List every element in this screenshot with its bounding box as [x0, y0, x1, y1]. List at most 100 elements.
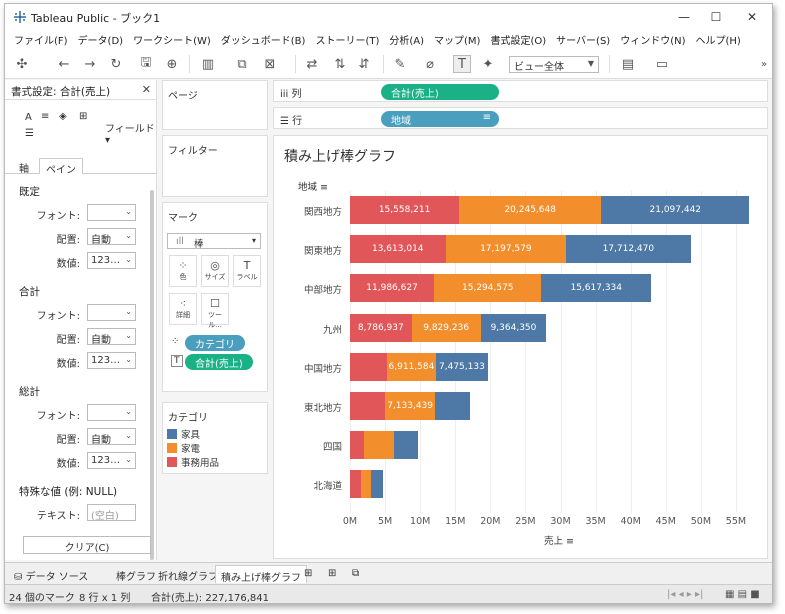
- view-fit-select[interactable]: ビュー全体 ▼: [509, 56, 599, 73]
- menu-server[interactable]: サーバー(S): [551, 32, 615, 47]
- row-label[interactable]: 関西地方: [294, 204, 342, 218]
- swap-icon[interactable]: ⇄: [303, 55, 321, 73]
- default-align-select[interactable]: 自動 ⌄: [87, 228, 136, 245]
- sort-ascending-icon[interactable]: ⇅: [331, 55, 349, 73]
- replay-icon[interactable]: ↻: [107, 55, 125, 73]
- duplicate-sheet-icon[interactable]: ⧉: [233, 55, 251, 73]
- default-font-select[interactable]: ⌄: [87, 204, 136, 221]
- alignment-icon[interactable]: ≡: [41, 111, 49, 122]
- columns-shelf[interactable]: iii 列 合計(売上): [273, 80, 768, 102]
- menu-file[interactable]: ファイル(F): [9, 32, 73, 47]
- bar-segment[interactable]: 6,911,584: [387, 352, 436, 381]
- new-datasource-icon[interactable]: ⊕: [163, 55, 181, 73]
- tooltip-button[interactable]: ☐ ツール...: [201, 293, 229, 329]
- row-label[interactable]: 北海道: [294, 478, 342, 492]
- bar-segment[interactable]: 17,197,579: [445, 235, 567, 264]
- highlight-icon[interactable]: ✎: [391, 55, 409, 73]
- menu-format[interactable]: 書式設定(O): [485, 32, 551, 47]
- bar-segment[interactable]: 11,986,627: [350, 274, 435, 303]
- default-number-select[interactable]: 123… ⌄: [87, 252, 136, 269]
- color-button[interactable]: ⁘ 色: [169, 255, 197, 287]
- menu-map[interactable]: マップ(M): [429, 32, 485, 47]
- bar-segment[interactable]: [350, 431, 365, 460]
- lines-icon[interactable]: ☰: [25, 128, 34, 139]
- new-story-icon[interactable]: ⧉: [347, 565, 364, 583]
- x-axis-title[interactable]: 売上 ≡: [544, 533, 574, 547]
- totals-number-select[interactable]: 123… ⌄: [87, 352, 136, 369]
- bar-segment[interactable]: [350, 470, 361, 499]
- pill-sum-sales[interactable]: 合計(売上): [185, 354, 253, 370]
- menu-window[interactable]: ウィンドウ(N): [615, 32, 690, 47]
- sort-descending-icon[interactable]: ⇵: [355, 55, 373, 73]
- pill-rows-region[interactable]: 地域 ≡: [381, 111, 499, 127]
- tab-data-source[interactable]: ⛁ データ ソース: [9, 565, 93, 583]
- close-icon[interactable]: ✕: [142, 83, 151, 96]
- row-label[interactable]: 中国地方: [294, 361, 342, 375]
- pill-columns-sum-sales[interactable]: 合計(売上): [381, 84, 499, 100]
- undo-icon[interactable]: ←: [55, 55, 73, 73]
- show-cards-icon[interactable]: ▤: [619, 55, 637, 73]
- bar-segment[interactable]: 17,712,470: [566, 235, 691, 264]
- bar-segment[interactable]: [435, 392, 471, 420]
- group-icon[interactable]: ⌀: [421, 55, 439, 73]
- shading-icon[interactable]: ◈: [59, 111, 67, 122]
- font-icon[interactable]: A: [25, 112, 32, 123]
- tableau-home-icon[interactable]: ✣: [13, 55, 31, 73]
- bar-segment[interactable]: 21,097,442: [601, 196, 750, 224]
- row-label[interactable]: 四国: [294, 439, 342, 453]
- row-label[interactable]: 関東地方: [294, 243, 342, 257]
- clear-sheet-icon[interactable]: ⊠: [261, 55, 279, 73]
- menu-data[interactable]: データ(D): [73, 32, 129, 47]
- detail-button[interactable]: ⁖ 詳細: [169, 293, 197, 325]
- pill-category[interactable]: カテゴリ: [185, 335, 245, 351]
- menu-worksheet[interactable]: ワークシート(W): [128, 32, 216, 47]
- row-label[interactable]: 中部地方: [294, 282, 342, 296]
- borders-icon[interactable]: ⊞: [79, 111, 87, 122]
- new-dashboard-icon[interactable]: ⊞: [323, 565, 341, 583]
- bar-segment[interactable]: 9,829,236: [411, 313, 481, 342]
- special-text-input[interactable]: (空白): [87, 504, 136, 521]
- rows-shelf[interactable]: ☰ 行 地域 ≡: [273, 107, 768, 129]
- bar-segment[interactable]: [350, 392, 386, 420]
- sheet-nav-icons[interactable]: |◂ ◂ ▸ ▸|: [667, 589, 703, 600]
- field-dropdown[interactable]: フィールド ▾: [105, 120, 157, 146]
- show-labels-icon[interactable]: T: [453, 55, 471, 73]
- view-mode-icons[interactable]: ▦ ▤ ■: [725, 589, 760, 600]
- row-label[interactable]: 九州: [294, 322, 342, 336]
- menu-analysis[interactable]: 分析(A): [384, 32, 429, 47]
- presentation-icon[interactable]: ▭: [653, 55, 671, 73]
- bar-segment[interactable]: 20,245,648: [459, 196, 602, 224]
- bar-segment[interactable]: [364, 431, 394, 460]
- menu-dashboard[interactable]: ダッシュボード(B): [216, 32, 311, 47]
- grand-font-select[interactable]: ⌄: [87, 404, 136, 421]
- close-button[interactable]: ✕: [730, 4, 772, 30]
- row-header[interactable]: 地域 ≡: [298, 179, 328, 193]
- label-button[interactable]: T ラベル: [233, 255, 261, 287]
- bar-segment[interactable]: 15,558,211: [350, 196, 460, 224]
- grand-number-select[interactable]: 123… ⌄: [87, 452, 136, 469]
- clear-button[interactable]: クリア(C): [23, 536, 151, 554]
- totals-align-select[interactable]: 自動 ⌄: [87, 328, 136, 345]
- bar-segment[interactable]: 8,786,937: [350, 313, 412, 342]
- tab-stacked-bar-chart[interactable]: 積み上げ棒グラフ: [215, 565, 307, 584]
- mark-type-select[interactable]: ıll 棒 ▾: [167, 233, 261, 250]
- more-icon[interactable]: »: [755, 55, 772, 73]
- format-panel-scrollbar[interactable]: [150, 190, 154, 560]
- new-worksheet-icon[interactable]: ▥: [199, 55, 217, 73]
- pin-icon[interactable]: ✦: [479, 55, 497, 73]
- totals-font-select[interactable]: ⌄: [87, 304, 136, 321]
- tab-line-chart[interactable]: 折れ線グラフ: [153, 565, 223, 583]
- save-icon[interactable]: 🖫: [137, 55, 155, 73]
- bar-segment[interactable]: [360, 470, 372, 499]
- bar-segment[interactable]: [393, 431, 419, 460]
- bar-segment[interactable]: 9,364,350: [480, 313, 547, 342]
- tab-axis[interactable]: 軸: [13, 158, 35, 175]
- new-worksheet-icon[interactable]: ⊞: [299, 565, 317, 583]
- menu-story[interactable]: ストーリー(T): [310, 32, 384, 47]
- bar-segment[interactable]: 15,294,575: [434, 274, 542, 303]
- bar-segment[interactable]: 7,133,439: [385, 392, 436, 420]
- redo-icon[interactable]: →: [81, 55, 99, 73]
- bar-segment[interactable]: 7,475,133: [435, 352, 489, 381]
- bar-segment[interactable]: 13,613,014: [350, 235, 446, 264]
- bar-segment[interactable]: [371, 470, 383, 499]
